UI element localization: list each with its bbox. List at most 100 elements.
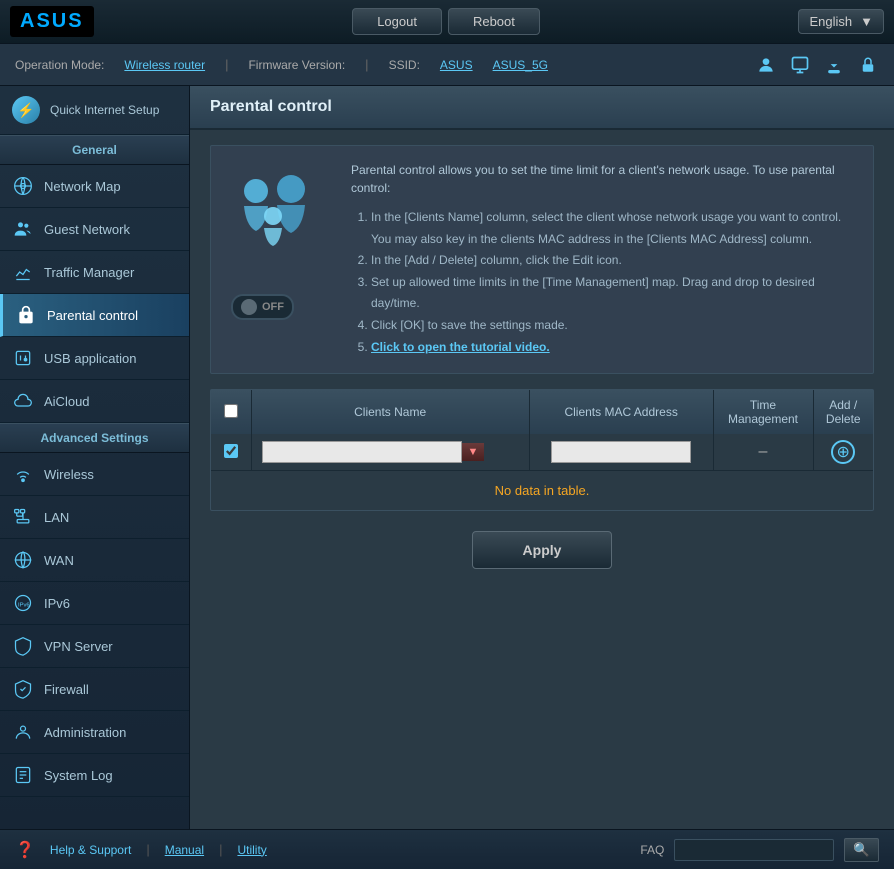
sidebar-item-firewall[interactable]: Firewall bbox=[0, 668, 189, 711]
lan-icon bbox=[12, 506, 34, 528]
help-support-link[interactable]: Help & Support bbox=[50, 843, 131, 857]
quick-setup-label: Quick Internet Setup bbox=[50, 103, 159, 117]
network-map-icon bbox=[12, 175, 34, 197]
utility-link[interactable]: Utility bbox=[237, 843, 266, 857]
sidebar-item-aicloud[interactable]: AiCloud bbox=[0, 380, 189, 423]
sidebar-item-ipv6[interactable]: IPv6 IPv6 bbox=[0, 582, 189, 625]
op-mode-value[interactable]: Wireless router bbox=[124, 58, 205, 72]
table-header-row: Clients Name Clients MAC Address Time Ma… bbox=[211, 390, 873, 434]
sidebar-item-lan[interactable]: LAN bbox=[0, 496, 189, 539]
description-text: Parental control allows you to set the t… bbox=[351, 161, 853, 358]
user-status-icon bbox=[755, 54, 777, 76]
top-bar: ASUS Logout Reboot English ▼ bbox=[0, 0, 894, 44]
bottom-bar-right: FAQ 🔍 bbox=[640, 838, 879, 862]
page-title: Parental control bbox=[210, 98, 874, 116]
system-log-icon bbox=[12, 764, 34, 786]
sidebar-item-guest-network[interactable]: Guest Network bbox=[0, 208, 189, 251]
col-add-delete-header: Add / Delete bbox=[813, 390, 873, 434]
sep2: | bbox=[219, 842, 222, 857]
svg-text:IPv6: IPv6 bbox=[18, 602, 30, 608]
reboot-button[interactable]: Reboot bbox=[448, 8, 540, 35]
usb-status-icon bbox=[823, 54, 845, 76]
faq-label: FAQ bbox=[640, 843, 664, 857]
row-mac-cell bbox=[529, 434, 713, 471]
row-time-management-cell: – bbox=[713, 434, 813, 471]
toggle-knob bbox=[241, 299, 257, 315]
instruction-step-5: Click to open the tutorial video. bbox=[371, 337, 853, 359]
sidebar-item-label: Wireless bbox=[44, 467, 94, 482]
sidebar-item-label: Administration bbox=[44, 725, 126, 740]
apply-button[interactable]: Apply bbox=[472, 531, 613, 569]
sidebar-item-label: AiCloud bbox=[44, 394, 90, 409]
sidebar-item-administration[interactable]: Administration bbox=[0, 711, 189, 754]
col-checkbox-header bbox=[211, 390, 251, 434]
sidebar-item-wan[interactable]: WAN bbox=[0, 539, 189, 582]
sidebar-item-network-map[interactable]: Network Map bbox=[0, 165, 189, 208]
no-data-cell: No data in table. bbox=[211, 471, 873, 511]
wireless-icon bbox=[12, 463, 34, 485]
sidebar-item-traffic-manager[interactable]: Traffic Manager bbox=[0, 251, 189, 294]
sidebar-item-system-log[interactable]: System Log bbox=[0, 754, 189, 797]
tutorial-video-link[interactable]: Click to open the tutorial video. bbox=[371, 340, 550, 354]
language-label: English bbox=[809, 14, 852, 29]
sidebar-item-label: USB application bbox=[44, 351, 137, 366]
wan-icon bbox=[12, 549, 34, 571]
sidebar-item-label: LAN bbox=[44, 510, 69, 525]
op-sep2: | bbox=[365, 57, 368, 72]
client-name-dropdown[interactable]: ▼ bbox=[462, 443, 485, 461]
content-area: Parental control bbox=[190, 86, 894, 829]
bottom-bar: ❓ Help & Support | Manual | Utility FAQ … bbox=[0, 829, 894, 869]
toggle-label: OFF bbox=[262, 301, 284, 313]
faq-search-input[interactable] bbox=[674, 839, 834, 861]
ssid-asus-5g[interactable]: ASUS_5G bbox=[493, 58, 548, 72]
sidebar-item-label: Firewall bbox=[44, 682, 89, 697]
sidebar-advanced-header: Advanced Settings bbox=[0, 423, 189, 453]
op-sep: | bbox=[225, 57, 228, 72]
sidebar-item-label: System Log bbox=[44, 768, 113, 783]
description-box: OFF Parental control allows you to set t… bbox=[210, 145, 874, 374]
add-client-button[interactable]: ⊕ bbox=[831, 440, 855, 464]
sidebar-item-label: WAN bbox=[44, 553, 74, 568]
administration-icon bbox=[12, 721, 34, 743]
clients-table: Clients Name Clients MAC Address Time Ma… bbox=[211, 390, 873, 510]
ssid-label: SSID: bbox=[389, 58, 420, 72]
aicloud-icon bbox=[12, 390, 34, 412]
parental-control-icon bbox=[15, 304, 37, 326]
instruction-step-3: Set up allowed time limits in the [Time … bbox=[371, 272, 853, 315]
sidebar-general-header: General bbox=[0, 135, 189, 165]
guest-network-icon bbox=[12, 218, 34, 240]
sidebar-item-vpn-server[interactable]: VPN Server bbox=[0, 625, 189, 668]
manual-link[interactable]: Manual bbox=[165, 843, 204, 857]
description-intro: Parental control allows you to set the t… bbox=[351, 161, 853, 197]
mac-address-input[interactable] bbox=[551, 441, 691, 463]
instruction-step-1: In the [Clients Name] column, select the… bbox=[371, 207, 853, 250]
top-bar-center: Logout Reboot bbox=[352, 8, 540, 35]
logout-button[interactable]: Logout bbox=[352, 8, 442, 35]
select-all-checkbox[interactable] bbox=[224, 404, 238, 418]
sidebar-item-label: VPN Server bbox=[44, 639, 113, 654]
instruction-step-4: Click [OK] to save the settings made. bbox=[371, 315, 853, 337]
language-selector[interactable]: English ▼ bbox=[798, 9, 884, 34]
sidebar-item-label: Parental control bbox=[47, 308, 138, 323]
ssid-asus[interactable]: ASUS bbox=[440, 58, 473, 72]
row-checkbox[interactable] bbox=[224, 444, 238, 458]
client-name-input[interactable] bbox=[262, 441, 462, 463]
sidebar-item-label: IPv6 bbox=[44, 596, 70, 611]
network-status-icon bbox=[789, 54, 811, 76]
logo: ASUS bbox=[10, 6, 94, 37]
sidebar-item-quick-setup[interactable]: ⚡ Quick Internet Setup bbox=[0, 86, 189, 135]
row-clients-name-cell: ▼ bbox=[251, 434, 529, 471]
lock-status-icon bbox=[857, 54, 879, 76]
main-layout: ⚡ Quick Internet Setup General Network M… bbox=[0, 86, 894, 829]
faq-search-button[interactable]: 🔍 bbox=[844, 838, 879, 862]
sidebar-item-parental-control[interactable]: Parental control bbox=[0, 294, 189, 337]
op-bar-right bbox=[755, 54, 879, 76]
col-mac-address-header: Clients MAC Address bbox=[529, 390, 713, 434]
parental-toggle-container: OFF bbox=[231, 294, 331, 320]
sidebar-item-usb-application[interactable]: USB application bbox=[0, 337, 189, 380]
operation-mode-bar: Operation Mode: Wireless router | Firmwa… bbox=[0, 44, 894, 86]
quick-setup-icon: ⚡ bbox=[12, 96, 40, 124]
logo-text: ASUS bbox=[20, 10, 84, 32]
parental-toggle[interactable]: OFF bbox=[231, 294, 294, 320]
sidebar-item-wireless[interactable]: Wireless bbox=[0, 453, 189, 496]
